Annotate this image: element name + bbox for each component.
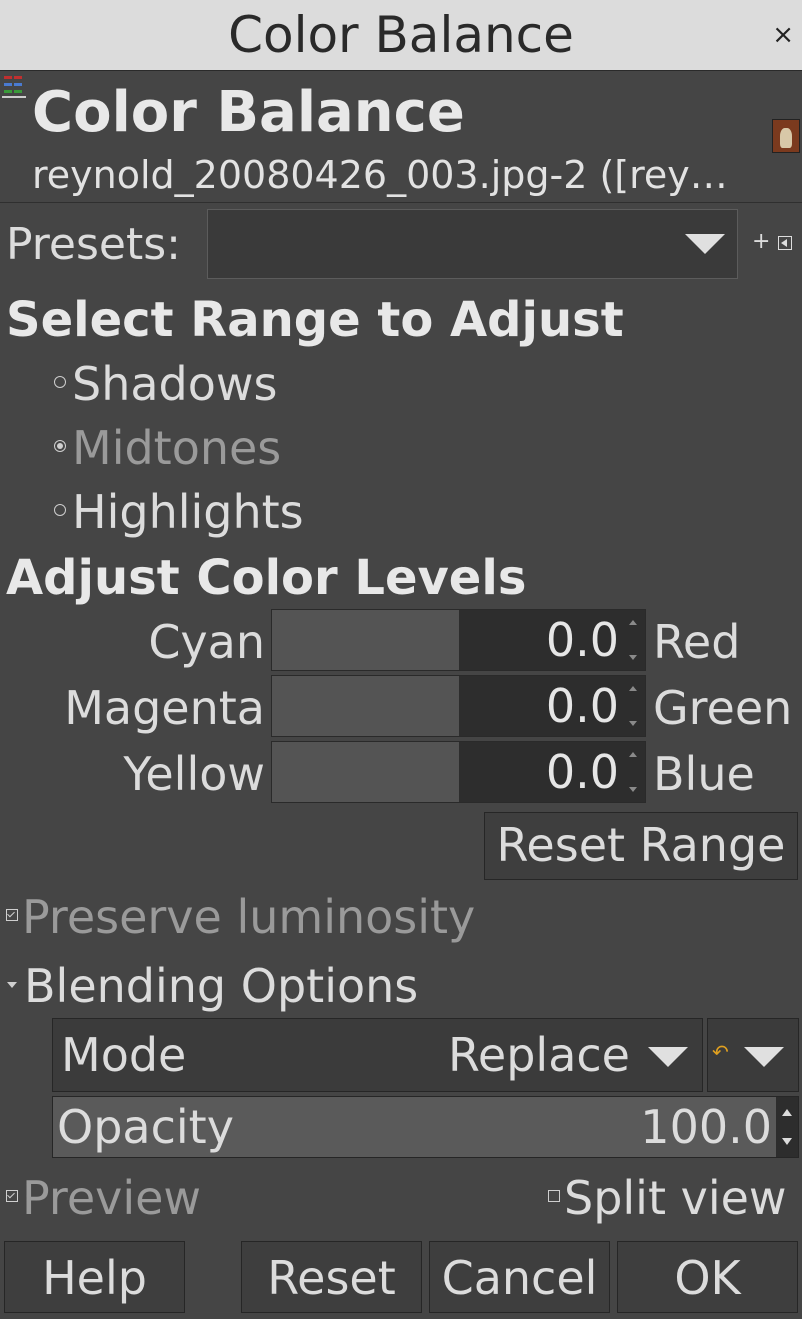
blue-label: Blue <box>653 747 755 801</box>
ok-button[interactable]: OK <box>617 1241 798 1313</box>
yellow-blue-slider[interactable]: 0.0 <box>271 741 646 803</box>
chevron-down-icon <box>648 1047 688 1067</box>
header-separator <box>0 202 802 203</box>
radio-shadows[interactable]: Shadows <box>54 357 277 411</box>
expander-arrow-icon[interactable] <box>7 982 17 988</box>
color-balance-icon <box>2 76 26 98</box>
undo-composite-icon: ↶ <box>712 1040 729 1064</box>
slider-fill <box>272 676 459 736</box>
checkbox-icon <box>548 1189 560 1202</box>
spin-buttons[interactable] <box>623 676 645 736</box>
radio-icon <box>54 503 66 516</box>
checkbox-checked-icon <box>6 1189 18 1202</box>
radio-highlights[interactable]: Highlights <box>54 485 304 539</box>
opacity-slider[interactable]: Opacity 100.0 <box>52 1096 799 1158</box>
opacity-value: 100.0 <box>640 1100 772 1154</box>
composite-mode-dropdown[interactable]: ↶ <box>707 1018 799 1092</box>
slider-value: 0.0 <box>545 745 619 799</box>
spin-buttons[interactable] <box>776 1097 798 1157</box>
green-label: Green <box>653 681 793 735</box>
window-title: Color Balance <box>228 6 574 64</box>
blend-mode-dropdown[interactable]: Mode Replace <box>52 1018 703 1092</box>
split-view-checkbox[interactable]: Split view <box>548 1170 787 1226</box>
radio-label: Shadows <box>72 357 278 411</box>
close-icon[interactable]: × <box>772 20 794 50</box>
dialog-heading: Color Balance <box>32 80 465 145</box>
reset-button[interactable]: Reset <box>241 1241 422 1313</box>
range-heading: Select Range to Adjust <box>6 292 624 348</box>
opacity-label: Opacity <box>57 1100 234 1154</box>
cyan-red-slider[interactable]: 0.0 <box>271 609 646 671</box>
radio-icon <box>54 375 66 388</box>
help-button[interactable]: Help <box>4 1241 185 1313</box>
radio-label: Highlights <box>72 485 304 539</box>
image-name-label: reynold_20080426_003.jpg-2 ([rey… <box>32 153 728 197</box>
checkbox-label: Preview <box>22 1171 202 1225</box>
slider-fill <box>272 610 459 670</box>
cyan-label: Cyan <box>148 615 265 669</box>
blending-options-expander[interactable]: Blending Options <box>24 958 418 1014</box>
checkbox-checked-icon <box>6 908 18 921</box>
add-preset-icon[interactable]: + <box>752 228 770 256</box>
radio-checked-icon <box>54 439 66 452</box>
slider-value: 0.0 <box>545 679 619 733</box>
chevron-down-icon <box>685 234 725 254</box>
radio-midtones[interactable]: Midtones <box>54 421 281 475</box>
chevron-down-icon <box>744 1047 784 1067</box>
presets-dropdown[interactable] <box>207 209 738 279</box>
levels-heading: Adjust Color Levels <box>6 550 527 606</box>
image-thumbnail-icon <box>772 119 800 153</box>
presets-label: Presets: <box>6 219 181 270</box>
magenta-label: Magenta <box>64 681 265 735</box>
checkbox-label: Split view <box>564 1171 787 1225</box>
red-label: Red <box>653 615 741 669</box>
slider-value: 0.0 <box>545 613 619 667</box>
preview-checkbox[interactable]: Preview <box>6 1170 201 1226</box>
mode-label: Mode <box>61 1028 187 1082</box>
window-titlebar[interactable]: Color Balance × <box>0 0 802 71</box>
checkbox-label: Preserve luminosity <box>22 890 476 944</box>
reset-range-button[interactable]: Reset Range <box>484 812 798 880</box>
spin-buttons[interactable] <box>623 610 645 670</box>
radio-label: Midtones <box>72 421 282 475</box>
magenta-green-slider[interactable]: 0.0 <box>271 675 646 737</box>
yellow-label: Yellow <box>123 747 265 801</box>
slider-fill <box>272 742 459 802</box>
cancel-button[interactable]: Cancel <box>429 1241 610 1313</box>
preset-menu-icon[interactable] <box>778 236 792 250</box>
spin-buttons[interactable] <box>623 742 645 802</box>
preserve-luminosity-checkbox[interactable]: Preserve luminosity <box>6 889 475 945</box>
mode-value: Replace <box>448 1028 630 1082</box>
